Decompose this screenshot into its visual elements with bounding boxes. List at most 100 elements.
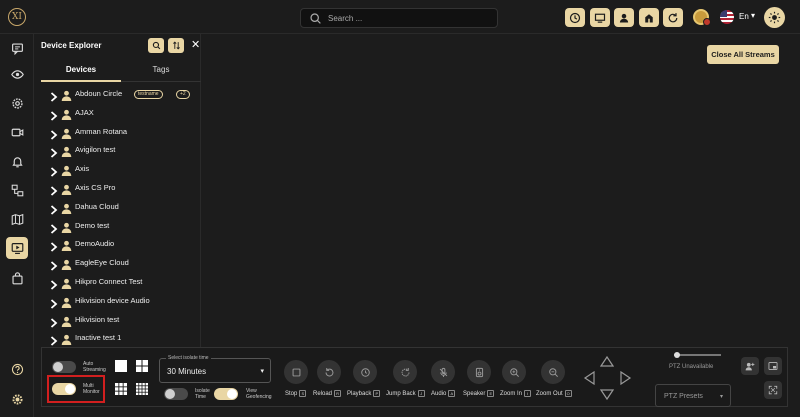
explorer-search-button[interactable] (148, 38, 164, 53)
grid-4x4-layout-icon[interactable] (136, 383, 148, 395)
nav-chat[interactable] (6, 37, 28, 59)
device-row[interactable]: EagleEye Cloud (34, 255, 200, 273)
chevron-right-icon[interactable] (50, 277, 58, 290)
chevron-right-icon[interactable] (50, 221, 58, 234)
zoom-in-button[interactable] (502, 360, 526, 384)
reload-button[interactable] (317, 360, 341, 384)
theme-toggle-button[interactable] (764, 7, 785, 28)
close-all-streams-button[interactable]: Close All Streams (707, 45, 779, 64)
chevron-right-icon[interactable] (50, 89, 58, 102)
device-row[interactable]: Abdoun Circle testname +2 (34, 86, 200, 104)
ptz-right-arrow-icon[interactable] (620, 371, 632, 385)
view-geofencing-toggle[interactable] (214, 388, 238, 400)
chevron-right-icon[interactable] (50, 127, 58, 140)
nav-alerts[interactable] (6, 150, 28, 172)
nav-settings[interactable] (6, 92, 28, 114)
user-button[interactable] (614, 8, 634, 27)
grid-2x2-layout-icon[interactable] (136, 360, 148, 372)
device-tag-chip[interactable]: testname (134, 90, 163, 99)
chat-icon (11, 42, 23, 55)
chevron-down-icon: ▾ (720, 394, 724, 400)
single-layout-icon[interactable] (115, 360, 127, 372)
audio-button[interactable] (431, 360, 455, 384)
device-row[interactable]: Axis CS Pro (34, 180, 200, 198)
nav-live-view[interactable] (6, 237, 28, 259)
chevron-right-icon[interactable] (50, 202, 58, 215)
chevron-right-icon[interactable] (50, 315, 58, 328)
chevron-right-icon[interactable] (50, 333, 58, 347)
chevron-right-icon[interactable] (50, 258, 58, 271)
device-row[interactable]: Hikvision test (34, 312, 200, 330)
app-logo[interactable]: XI (8, 8, 26, 26)
snapshot-user-button[interactable] (741, 357, 759, 375)
device-group-icon (61, 332, 72, 346)
close-icon[interactable]: ✕ (191, 40, 200, 51)
multi-monitor-toggle[interactable] (52, 383, 76, 395)
jump-back-button[interactable] (393, 360, 417, 384)
ptz-left-arrow-icon[interactable] (583, 371, 595, 385)
nav-preferences[interactable] (6, 388, 28, 410)
picture-in-picture-button[interactable] (764, 357, 782, 375)
monitor-button[interactable] (590, 8, 610, 27)
ptz-speed-slider[interactable] (674, 352, 721, 358)
device-group-icon (61, 126, 72, 139)
fullscreen-button[interactable] (764, 381, 782, 399)
device-group-icon (61, 257, 72, 271)
stop-button[interactable] (284, 360, 308, 384)
notification-coin-icon[interactable] (693, 9, 711, 26)
device-row[interactable]: Inactive test 1 (34, 330, 200, 347)
history-button[interactable] (565, 8, 585, 27)
chevron-right-icon[interactable] (50, 239, 58, 253)
isolate-time-select[interactable]: Select isolate time 30 Minutes ▾ (159, 355, 271, 383)
us-flag-icon[interactable] (720, 10, 734, 24)
speaker-button[interactable] (467, 360, 491, 384)
nav-devices[interactable] (6, 179, 28, 201)
device-row[interactable]: Hikpro Connect Test (34, 274, 200, 292)
ptz-presets-select[interactable]: PTZ Presets ▾ (655, 384, 731, 407)
device-name: Hikpro Connect Test (75, 277, 143, 286)
building-button[interactable] (639, 8, 659, 27)
nav-watch[interactable] (6, 63, 28, 85)
device-row[interactable]: Amman Rotana (34, 124, 200, 142)
search-input[interactable] (328, 11, 493, 26)
refresh-button[interactable] (663, 8, 683, 27)
zoom-out-button[interactable] (541, 360, 565, 384)
auto-streaming-toggle[interactable] (52, 361, 76, 373)
nav-cameras[interactable] (6, 121, 28, 143)
ptz-up-arrow-icon[interactable] (600, 355, 614, 367)
device-group-icon (61, 295, 72, 308)
isolate-time-toggle[interactable] (164, 388, 188, 400)
tab-tags[interactable]: Tags (121, 62, 201, 82)
jump-back-icon (401, 367, 409, 376)
left-nav-rail (0, 34, 34, 417)
ptz-down-arrow-icon[interactable] (600, 389, 614, 401)
grid-3x3-layout-icon[interactable] (115, 383, 127, 395)
chevron-right-icon[interactable] (50, 108, 58, 121)
chevron-right-icon[interactable] (50, 296, 58, 309)
device-row[interactable]: Avigilon test (34, 142, 200, 160)
language-label[interactable]: En (739, 12, 749, 21)
chevron-down-icon[interactable]: ▾ (751, 11, 755, 20)
chevron-right-icon[interactable] (50, 164, 58, 177)
chevron-right-icon[interactable] (50, 145, 58, 159)
chevron-down-icon: ▾ (260, 368, 264, 375)
explorer-sort-button[interactable] (168, 38, 184, 53)
search-box[interactable] (300, 8, 498, 28)
device-tag-more-chip[interactable]: +2 (176, 90, 190, 99)
tab-devices[interactable]: Devices (41, 62, 121, 82)
zoom-in-label: Zoom In I (500, 390, 532, 397)
device-row[interactable]: Axis (34, 161, 200, 179)
chevron-right-icon[interactable] (50, 183, 58, 196)
device-row[interactable]: Hikvision device Audio (34, 293, 200, 311)
device-name: AJAX (75, 107, 94, 117)
device-row[interactable]: AJAX (34, 105, 200, 123)
playback-button[interactable] (353, 360, 377, 384)
device-row[interactable]: Demo test (34, 218, 200, 236)
device-name: Hikvision device Audio (75, 295, 150, 305)
nav-store[interactable] (6, 267, 28, 289)
device-row[interactable]: DemoAudio (34, 236, 200, 254)
slider-thumb[interactable] (674, 352, 680, 358)
nav-map[interactable] (6, 208, 28, 230)
device-row[interactable]: Dahua Cloud (34, 199, 200, 217)
nav-help[interactable] (6, 358, 28, 380)
